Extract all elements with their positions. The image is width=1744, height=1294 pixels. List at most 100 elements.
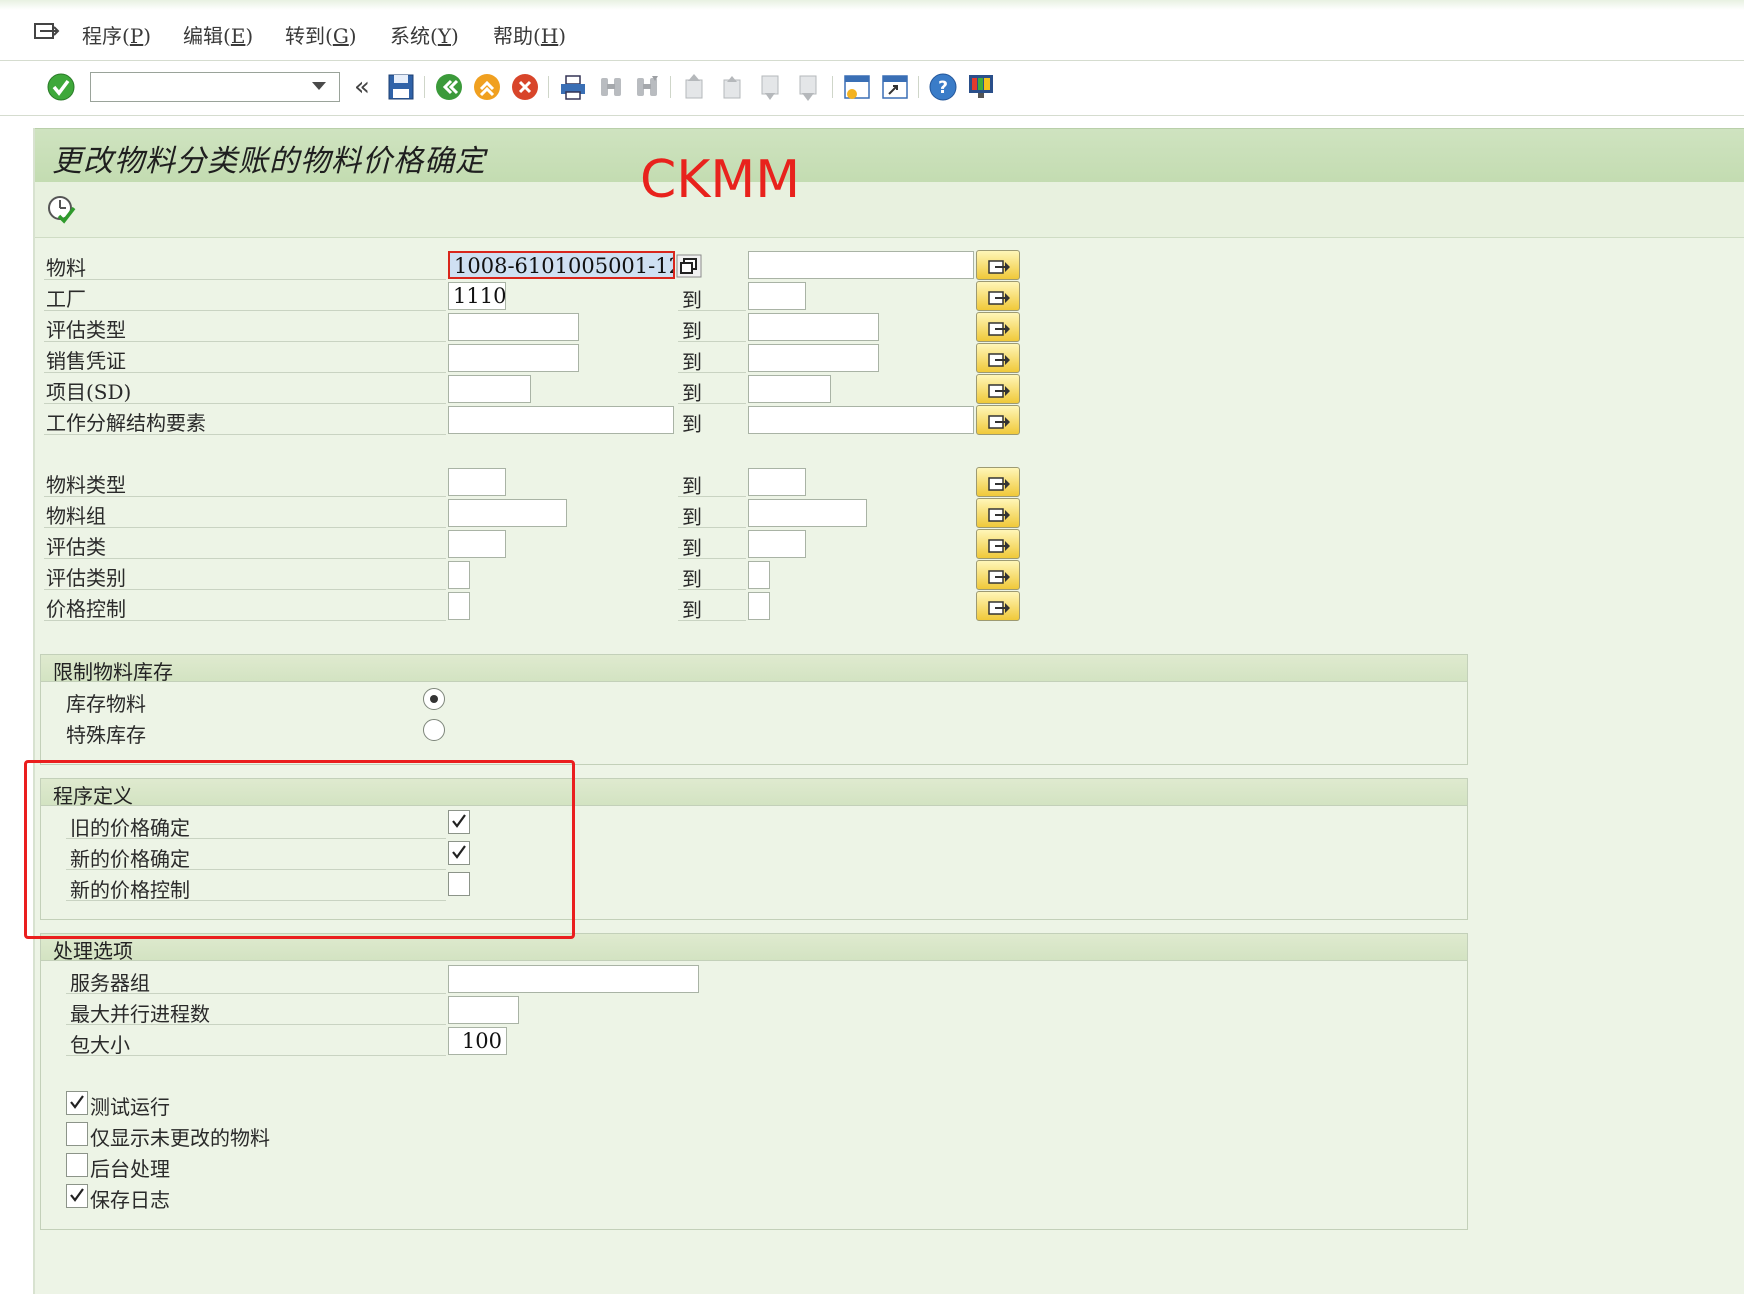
group-processing-options-title: 处理选项	[53, 939, 133, 963]
material-type-from-field[interactable]	[448, 468, 506, 496]
sales-document-from-field[interactable]	[448, 344, 579, 372]
valuation-type-to-field[interactable]	[748, 313, 879, 341]
menu-app-icon[interactable]	[34, 22, 60, 42]
valuation-category-to-field[interactable]	[748, 561, 770, 589]
back-icon[interactable]	[434, 72, 464, 102]
server-group-field[interactable]	[448, 965, 699, 993]
application-toolbar	[35, 182, 1744, 238]
sales-document-to-field[interactable]	[748, 344, 879, 372]
execute-icon[interactable]	[46, 194, 76, 224]
item-sd-from-field[interactable]	[448, 375, 531, 403]
row-underline	[44, 279, 446, 280]
sales-document-multiple-selection-button[interactable]	[976, 343, 1020, 373]
price-control-from-field[interactable]	[448, 592, 470, 620]
label-max-parallel-processes: 最大并行进程数	[70, 1002, 210, 1026]
command-field[interactable]	[90, 72, 340, 102]
menu-help[interactable]: 帮助(H)	[493, 20, 566, 49]
item-sd-to-field[interactable]	[748, 375, 831, 403]
radio-stock-material[interactable]	[423, 688, 445, 710]
row-underline	[44, 558, 446, 559]
valuation-type-from-field[interactable]	[448, 313, 579, 341]
create-session-icon[interactable]	[842, 72, 872, 102]
price-control-to-field[interactable]	[748, 592, 770, 620]
material-group-to-field[interactable]	[748, 499, 867, 527]
multiple-selection-window-icon[interactable]	[676, 254, 702, 278]
label-server-group: 服务器组	[70, 971, 150, 995]
menu-goto[interactable]: 转到(G)	[285, 20, 357, 49]
material-type-to-field[interactable]	[748, 468, 806, 496]
find-next-icon[interactable]	[632, 72, 662, 102]
menu-edit-end: )	[245, 24, 254, 48]
material-to-field[interactable]	[748, 251, 974, 279]
first-page-icon[interactable]	[680, 72, 710, 102]
next-page-icon[interactable]	[756, 72, 786, 102]
print-icon[interactable]	[558, 72, 588, 102]
menu-system[interactable]: 系统(Y)	[390, 20, 459, 49]
valuation-class-to-field[interactable]	[748, 530, 806, 558]
annotation-transaction-code: CKMM	[640, 150, 801, 210]
item-sd-multiple-selection-button[interactable]	[976, 374, 1020, 404]
material-type-multiple-selection-button[interactable]	[976, 467, 1020, 497]
label-valuation-class: 评估类	[46, 535, 106, 559]
row-underline	[678, 310, 746, 311]
shortcut-icon[interactable]	[880, 72, 910, 102]
group-processing-options: 处理选项	[40, 933, 1468, 1230]
plant-multiple-selection-button[interactable]	[976, 281, 1020, 311]
valuation-class-to-label: 到	[682, 536, 702, 560]
menu-system-end: )	[451, 24, 459, 48]
row-underline	[44, 527, 446, 528]
group-restrict-stock-header: 限制物料库存	[41, 655, 1467, 684]
menu-edit-label: 编辑(	[183, 24, 231, 48]
multiple-selection-arrow-icon	[988, 353, 1010, 367]
material-group-from-field[interactable]	[448, 499, 567, 527]
annotation-highlight-box	[24, 760, 575, 939]
valuation-class-from-field[interactable]	[448, 530, 506, 558]
label-sales-document: 销售凭证	[46, 349, 126, 373]
wbs-element-multiple-selection-button[interactable]	[976, 405, 1020, 435]
checkbox-test-run[interactable]	[66, 1091, 88, 1115]
menu-program-end: )	[143, 24, 152, 48]
valuation-category-from-field[interactable]	[448, 561, 470, 589]
toolbar-separator	[832, 76, 833, 98]
max-parallel-processes-field[interactable]	[448, 996, 519, 1024]
enter-check-icon[interactable]	[46, 72, 76, 102]
page-title: 更改物料分类账的物料价格确定	[52, 144, 486, 179]
wbs-element-from-field[interactable]	[448, 406, 674, 434]
valuation-type-multiple-selection-button[interactable]	[976, 312, 1020, 342]
item-sd-to-label: 到	[682, 381, 702, 405]
check-icon	[70, 1095, 84, 1109]
valuation-class-multiple-selection-button[interactable]	[976, 529, 1020, 559]
price-control-multiple-selection-button[interactable]	[976, 591, 1020, 621]
cancel-icon[interactable]	[510, 72, 540, 102]
plant-from-field[interactable]: 1110	[448, 282, 506, 310]
row-underline	[678, 527, 746, 528]
package-size-field[interactable]: 100	[448, 1027, 507, 1055]
checkbox-save-log[interactable]	[66, 1184, 88, 1208]
menu-edit[interactable]: 编辑(E)	[183, 20, 253, 49]
last-page-icon[interactable]	[794, 72, 824, 102]
valuation-category-multiple-selection-button[interactable]	[976, 560, 1020, 590]
save-icon[interactable]	[386, 72, 416, 102]
radio-special-stock[interactable]	[423, 719, 445, 741]
row-underline	[44, 620, 446, 621]
previous-page-icon[interactable]	[718, 72, 748, 102]
menu-goto-key: G	[332, 24, 349, 48]
material-multiple-selection-button[interactable]	[976, 250, 1020, 280]
checkbox-show-unchanged-only[interactable]	[66, 1122, 88, 1146]
exit-icon[interactable]	[472, 72, 502, 102]
material-type-to-label: 到	[682, 474, 702, 498]
wbs-element-to-field[interactable]	[748, 406, 974, 434]
label-material: 物料	[46, 256, 86, 280]
row-underline	[44, 496, 446, 497]
command-dropdown-icon[interactable]	[312, 82, 326, 90]
material-group-multiple-selection-button[interactable]	[976, 498, 1020, 528]
plant-to-field[interactable]	[748, 282, 806, 310]
customize-layout-icon[interactable]	[966, 72, 996, 102]
material-from-field[interactable]: 1008-6101005001-12	[448, 251, 675, 279]
collapse-command-icon[interactable]: «	[354, 72, 370, 102]
menu-program[interactable]: 程序(P)	[82, 20, 151, 49]
find-icon[interactable]	[596, 72, 626, 102]
checkbox-background-processing[interactable]	[66, 1153, 88, 1177]
row-underline	[44, 310, 446, 311]
help-icon[interactable]: ?	[928, 72, 958, 102]
